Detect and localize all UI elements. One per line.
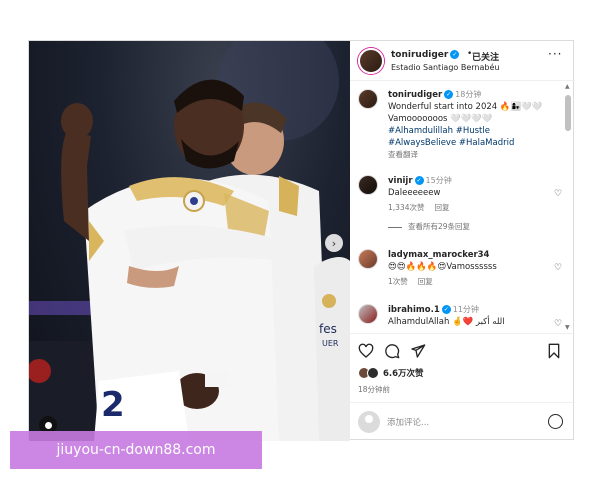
likes-count[interactable]: 6.6万次赞	[383, 367, 424, 379]
comment-text: Daleeeeeew	[388, 188, 441, 198]
verified-icon: ✓	[444, 90, 454, 99]
comment-likes[interactable]: 1,334次赞	[388, 203, 424, 212]
comments-scrollbar[interactable]: ▲ ▼	[564, 83, 572, 333]
comment-heart-icon[interactable]: ♡	[554, 319, 564, 329]
user-avatar	[358, 411, 380, 433]
author-username[interactable]: tonirudiger ✓	[391, 50, 460, 60]
likers-avatars[interactable]	[358, 367, 380, 379]
verified-icon: ✓	[450, 50, 460, 59]
comment-time: 15分钟	[425, 176, 452, 185]
comment-username[interactable]: ibrahimo.1	[388, 305, 440, 315]
scroll-up-icon[interactable]: ▲	[565, 83, 570, 90]
translate-link[interactable]: 查看翻译	[388, 149, 560, 161]
more-icon[interactable]: ···	[548, 47, 562, 61]
comment-icon[interactable]	[384, 343, 400, 359]
follow-status-button[interactable]: 已关注	[472, 50, 499, 63]
hashtags[interactable]: #AlwaysBelieve #HalaMadrid	[388, 137, 560, 149]
posted-time: 18分钟前	[358, 385, 391, 394]
heart-icon[interactable]	[358, 343, 374, 359]
add-comment-bar: 添加评论...	[350, 402, 575, 442]
verified-icon: ✓	[441, 305, 451, 314]
caption-username[interactable]: tonirudiger	[388, 90, 442, 100]
caption-time: 18分钟	[455, 90, 482, 99]
commenter-avatar[interactable]	[358, 304, 378, 324]
hashtags[interactable]: #Alhamdulillah #Hustle	[388, 125, 560, 137]
action-bar: 6.6万次赞 18分钟前 添加评论...	[350, 333, 575, 441]
scroll-down-icon[interactable]: ▼	[565, 324, 570, 331]
share-icon[interactable]	[410, 343, 426, 359]
comment-username[interactable]: vinijr	[388, 176, 413, 186]
verified-icon: ✓	[414, 176, 424, 185]
comment-input[interactable]: 添加评论...	[387, 416, 429, 428]
comment-text: AlhamdulAllah 🤞❤️ الله أكبر	[388, 317, 505, 327]
view-replies-link[interactable]: 查看所有29条回复	[388, 221, 560, 233]
location-link[interactable]: Estadio Santiago Bernabéu	[391, 63, 499, 72]
caption-line: Wonderful start into 2024 🔥👩‍👧🤍🤍	[388, 102, 543, 112]
reply-button[interactable]: 回复	[418, 277, 433, 286]
reply-button[interactable]: 回复	[434, 203, 449, 212]
carousel-next-button[interactable]: ›	[325, 234, 343, 252]
jersey-text-2: UER	[322, 339, 339, 348]
post-photo[interactable]: fes UER 2 ›	[29, 41, 350, 441]
comment-heart-icon[interactable]: ♡	[554, 263, 564, 273]
comment-username[interactable]: ladymax_marocker34	[388, 250, 489, 260]
comment-heart-icon[interactable]: ♡	[554, 189, 564, 199]
bookmark-icon[interactable]	[546, 343, 562, 359]
scroll-thumb[interactable]	[565, 95, 571, 131]
players-illustration: fes UER 2	[29, 41, 350, 441]
caption-line: Vamooooooos 🤍🤍🤍🤍	[388, 114, 493, 124]
comment-time: 11分钟	[452, 305, 479, 314]
post-header: tonirudiger ✓ • 已关注 Estadio Santiago Bern…	[350, 41, 575, 81]
watermark: jiuyou-cn-down88.com	[10, 431, 262, 469]
comment-likes[interactable]: 1次赞	[388, 277, 408, 286]
instagram-post: fes UER 2 › tonirudiger ✓ • 已关注 Estadio …	[28, 40, 575, 441]
emoji-icon[interactable]	[548, 414, 563, 429]
author-avatar[interactable]	[358, 48, 384, 74]
jersey-text: fes	[319, 322, 337, 336]
comment-text: 😍😍🔥🔥🔥😍Vamossssss	[388, 262, 497, 272]
author-avatar-small[interactable]	[358, 89, 378, 109]
comments-list: tonirudiger ✓ 18分钟 Wonderful start into 20…	[350, 81, 575, 333]
commenter-avatar[interactable]	[358, 249, 378, 269]
jersey-number: 2	[101, 385, 125, 425]
commenter-avatar[interactable]	[358, 175, 378, 195]
post-side-panel: tonirudiger ✓ • 已关注 Estadio Santiago Bern…	[350, 41, 575, 441]
